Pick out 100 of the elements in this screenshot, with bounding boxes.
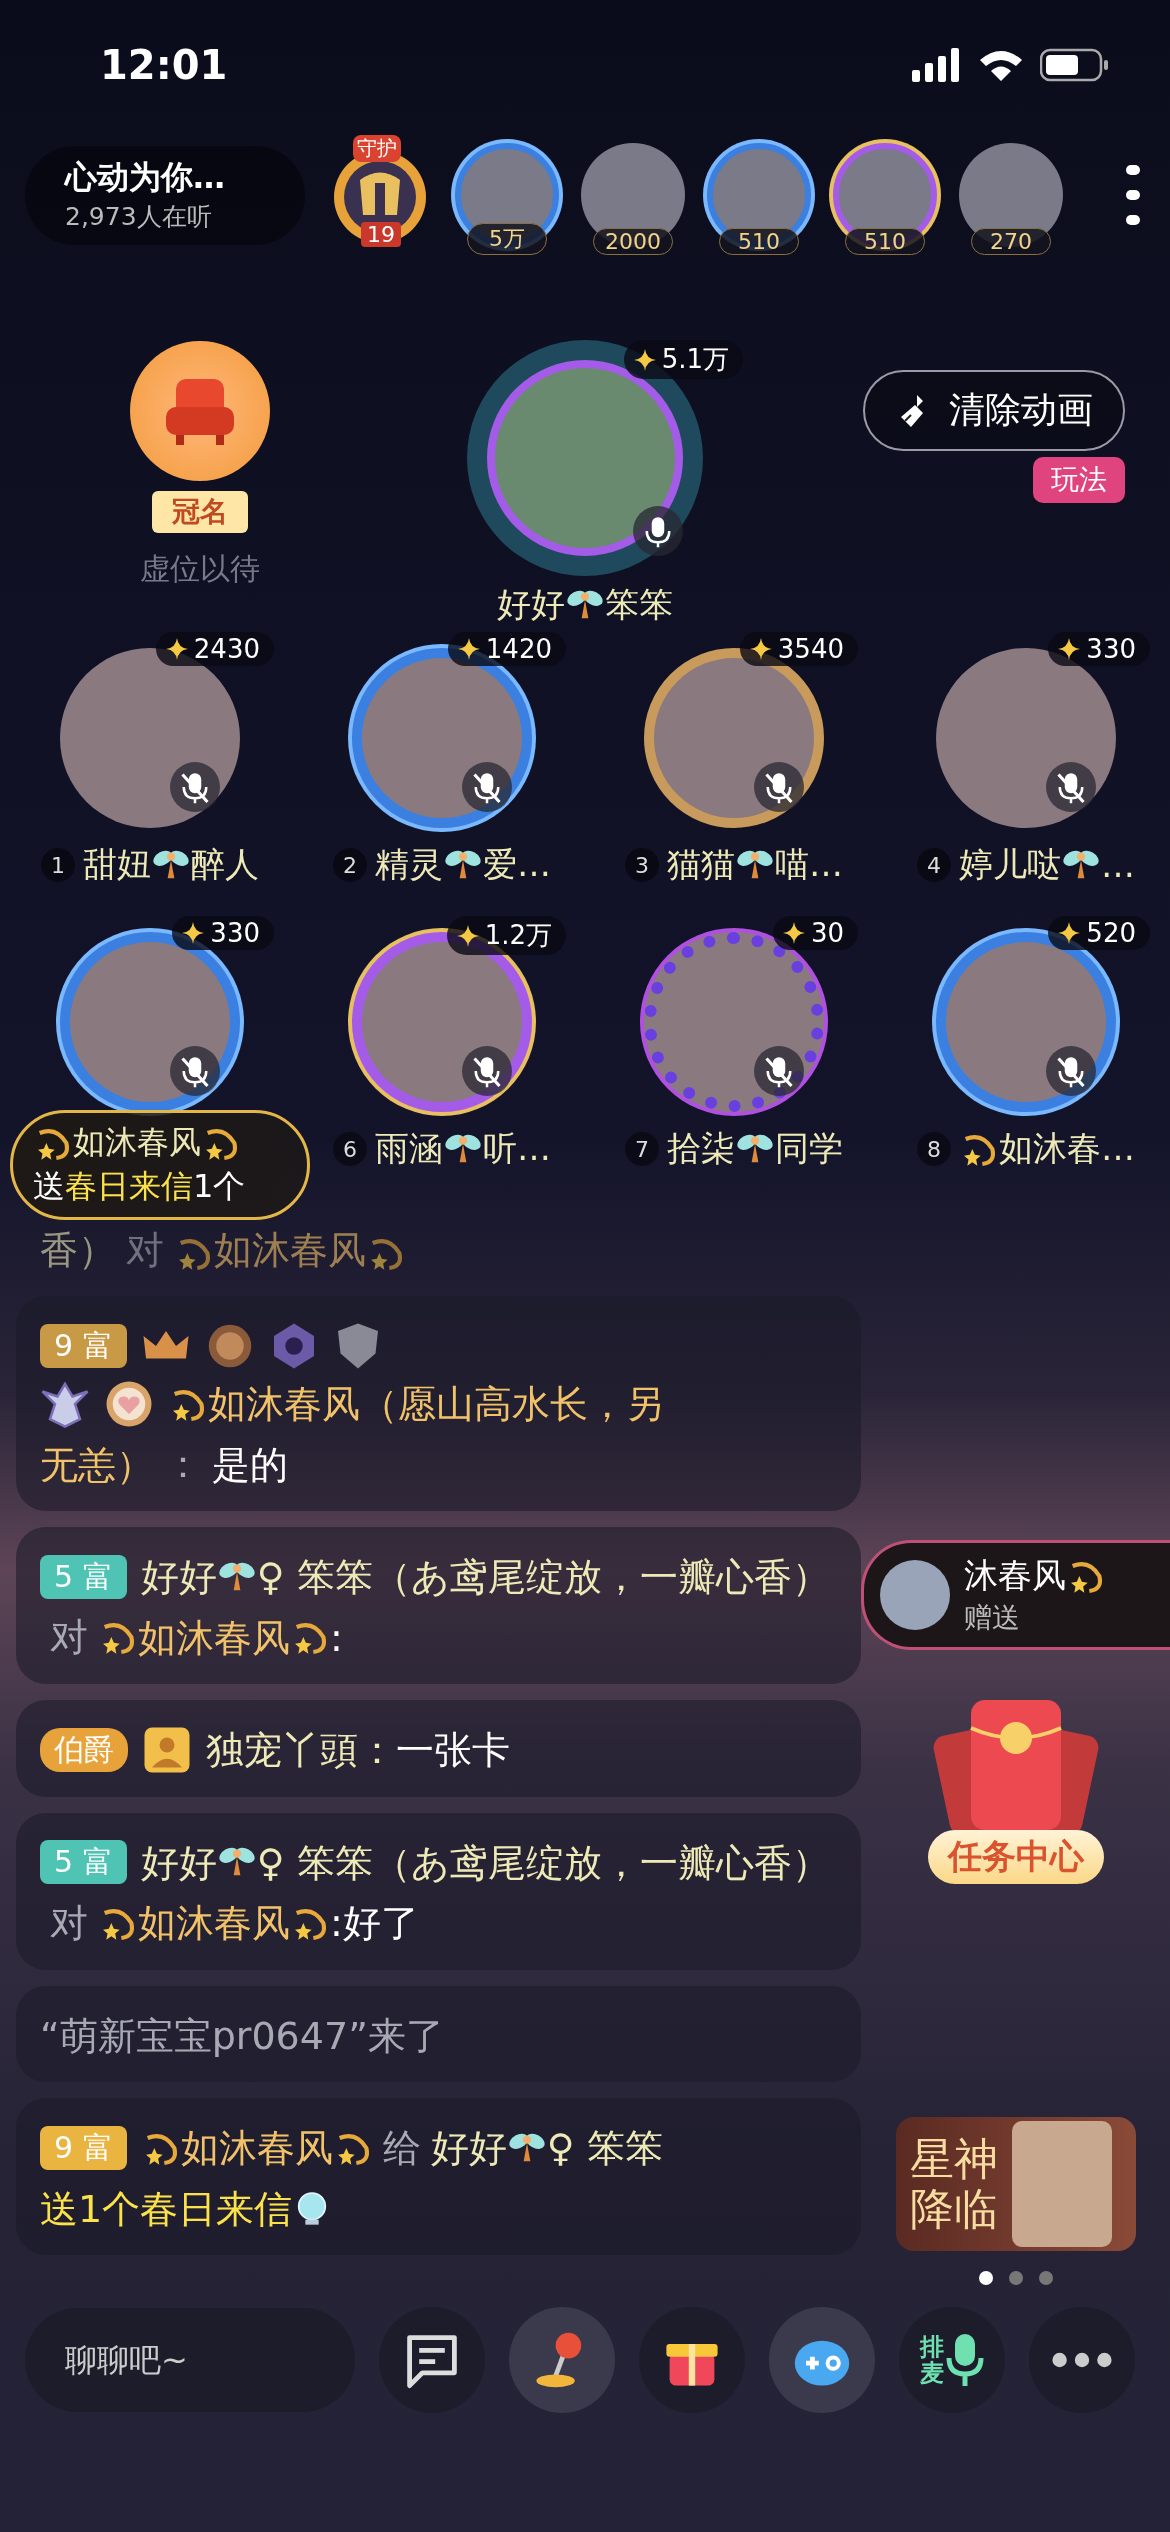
connector-text: 给 (382, 2125, 421, 2170)
star-icon (165, 638, 188, 660)
room-info[interactable]: 心动为你… 2,973人在听 (25, 145, 305, 245)
seat-number: 7 (625, 1132, 659, 1166)
star-icon (182, 922, 205, 944)
clear-animation-button[interactable]: 清除动画 (863, 370, 1125, 451)
connector-text: 对 (50, 1615, 88, 1659)
star-icon (633, 348, 656, 371)
level-badge: 5 富 (40, 1554, 127, 1599)
action-text: 赠送 (964, 1600, 1021, 1636)
level-badge: 5 富 (40, 1840, 127, 1884)
more-icon (1050, 2350, 1114, 2370)
queue-button[interactable]: 排麦 (899, 2307, 1005, 2413)
user-name[interactable]: 雨涵 (375, 1126, 443, 1172)
message-text: 是的 (212, 1442, 288, 1486)
score-text: 330 (1086, 634, 1136, 664)
promo-title: 星神降临 (909, 2134, 999, 2234)
viewer-score: 2000 (593, 228, 673, 255)
user-name[interactable]: 好好 (140, 1554, 217, 1599)
carousel-dot[interactable] (1008, 2271, 1023, 2285)
mic-icon[interactable] (633, 506, 683, 556)
level-badge: 9 富 (40, 2125, 127, 2170)
seat-number: 2 (333, 848, 367, 882)
message-text: 送 (33, 1166, 65, 1207)
user-name[interactable]: 如沐春风 (214, 1228, 366, 1272)
message-text: 一张卡 (396, 1727, 510, 1772)
connector-text: 对 (50, 1900, 88, 1945)
user-name[interactable]: 拾柒 (667, 1126, 735, 1172)
viewer-score: 5万 (467, 223, 547, 255)
user-name[interactable]: 精灵 (375, 842, 443, 888)
score-text: 520 (1086, 918, 1136, 948)
seat-caption: 虚位以待 (140, 549, 260, 588)
muted-mic-icon[interactable] (1046, 1046, 1096, 1096)
queue-label: 排麦 (919, 2334, 945, 2386)
carousel-dot[interactable] (1038, 2271, 1053, 2285)
user-name[interactable]: 香） (40, 1228, 116, 1272)
star-icon (782, 922, 805, 944)
connector-text: 对 (126, 1228, 164, 1272)
user-name[interactable]: 如沐春风 (208, 1381, 360, 1426)
play-tag[interactable]: 玩法 (1033, 457, 1125, 503)
muted-mic-icon[interactable] (754, 1046, 804, 1096)
user-name[interactable]: 爱… (483, 842, 551, 888)
user-name[interactable]: 喵… (775, 842, 843, 888)
muted-mic-icon[interactable] (170, 762, 220, 812)
user-name: 沐春风 (964, 1554, 1066, 1597)
connector-text: ： (164, 1442, 202, 1486)
carousel-dot[interactable] (978, 2271, 993, 2285)
viewer-score: 510 (845, 228, 925, 255)
seat-number: 3 (625, 848, 659, 882)
muted-mic-icon[interactable] (1046, 762, 1096, 812)
gift-text: 送1个春日来信 (40, 2186, 293, 2230)
user-name[interactable]: 如沐春风 (138, 1615, 290, 1659)
user-name[interactable]: 好好 (497, 582, 565, 628)
seat-number: 4 (917, 848, 951, 882)
promo-banner[interactable]: 星神降临 (895, 2117, 1136, 2251)
user-name[interactable]: 猫猫 (667, 842, 735, 888)
title-badge: 伯爵 (40, 1727, 128, 1772)
user-name[interactable]: 听… (483, 1126, 551, 1172)
signal-icon (912, 48, 962, 82)
score-text: 1420 (485, 634, 552, 664)
user-name[interactable]: … (1101, 845, 1135, 885)
message-text: :好了 (330, 1900, 419, 1945)
guard-label: 守护 (353, 135, 401, 162)
muted-mic-icon[interactable] (462, 762, 512, 812)
menu-icon[interactable] (1126, 165, 1140, 225)
seat-number: 6 (333, 1132, 367, 1166)
user-name[interactable]: 好好 (140, 1840, 217, 1884)
user-name[interactable]: ♀ 笨笨（あ鸢尾绽放，一瓣心香） (256, 1840, 830, 1884)
crown-label: 冠名 (152, 490, 248, 533)
wifi-icon (978, 48, 1024, 82)
muted-mic-icon[interactable] (754, 762, 804, 812)
seat-number: 8 (917, 1132, 951, 1166)
listener-count: 2,973人在听 (65, 200, 213, 233)
user-name[interactable]: ♀ 笨笨 (546, 2125, 663, 2170)
user-name[interactable]: 无恙） (40, 1442, 154, 1486)
score-text: 2430 (193, 634, 260, 664)
star-icon (457, 638, 480, 660)
muted-mic-icon[interactable] (170, 1046, 220, 1096)
muted-mic-icon[interactable] (462, 1046, 512, 1096)
user-name[interactable]: 同学 (775, 1126, 843, 1172)
user-name[interactable]: 婷儿哒 (959, 842, 1061, 888)
user-name[interactable]: 如沐春… (999, 1126, 1135, 1172)
user-name[interactable]: 如沐春风 (138, 1900, 290, 1945)
chat-input[interactable]: 聊聊吧~ (25, 2308, 355, 2412)
user-name[interactable]: 笨笨 (605, 582, 673, 628)
message-text: 1个 (193, 1166, 246, 1207)
user-name[interactable]: 独宠丫頭： (206, 1727, 396, 1772)
score-text: 5.1万 (661, 343, 729, 376)
user-name[interactable]: （愿山高水长，另 (360, 1381, 664, 1426)
user-name[interactable]: 如沐春风 (180, 2125, 333, 2170)
star-icon (749, 638, 772, 660)
star-icon (456, 924, 479, 947)
user-name[interactable]: 如沐春风 (73, 1121, 201, 1165)
star-icon (1058, 922, 1081, 944)
user-name[interactable]: 甜妞 (83, 842, 151, 888)
user-name[interactable]: 醉人 (191, 842, 259, 888)
battery-icon (1040, 48, 1110, 82)
user-name[interactable]: ♀ 笨笨（あ鸢尾绽放，一瓣心香） (256, 1554, 830, 1599)
user-name[interactable]: 好好 (430, 2125, 507, 2170)
score-text: 3540 (777, 634, 844, 664)
